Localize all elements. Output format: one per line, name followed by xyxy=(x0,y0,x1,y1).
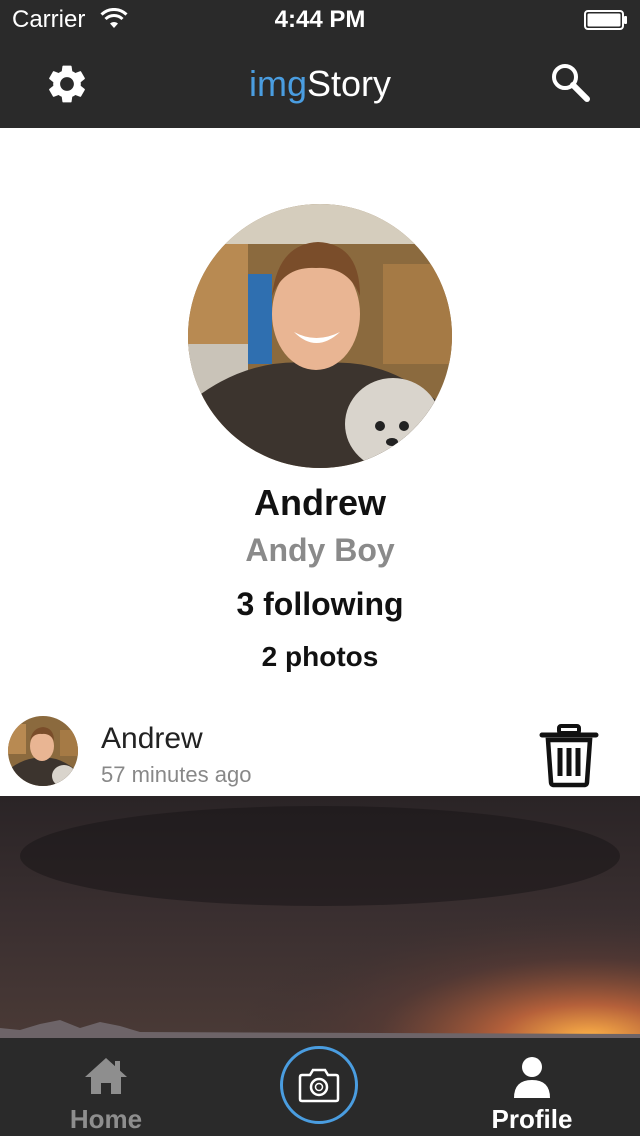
tab-profile-label: Profile xyxy=(491,1104,573,1134)
post-image[interactable] xyxy=(0,796,640,1038)
post-author-avatar[interactable] xyxy=(8,716,78,786)
app-title-img: img xyxy=(248,63,307,104)
app-title-story: Story xyxy=(306,63,392,104)
status-bar: Carrier 4:44 PM xyxy=(0,0,640,40)
post-author-name[interactable]: Andrew xyxy=(101,721,203,757)
tab-home[interactable]: Home xyxy=(30,1038,182,1136)
tab-profile[interactable]: Profile xyxy=(452,1038,612,1136)
post-photo xyxy=(0,796,640,1038)
profile-photo xyxy=(188,204,452,468)
tab-home-label: Home xyxy=(69,1104,143,1134)
profile-name: Andrew xyxy=(253,482,386,523)
camera-icon xyxy=(298,1068,340,1103)
trash-icon[interactable] xyxy=(538,724,600,788)
search-icon[interactable] xyxy=(548,60,592,104)
profile-username: Andy Boy xyxy=(245,532,395,568)
camera-button[interactable] xyxy=(280,1046,358,1124)
app-title: imgStory xyxy=(0,63,640,105)
status-time: 4:44 PM xyxy=(274,6,366,33)
battery-icon xyxy=(584,10,627,30)
post-timestamp: 57 minutes ago xyxy=(101,762,252,787)
home-icon xyxy=(85,1058,127,1094)
post-author-photo xyxy=(8,716,78,786)
profile-avatar[interactable] xyxy=(188,204,452,468)
person-icon xyxy=(514,1057,550,1098)
photos-count: 2 photos xyxy=(261,641,379,672)
following-count[interactable]: 3 following xyxy=(0,584,640,624)
